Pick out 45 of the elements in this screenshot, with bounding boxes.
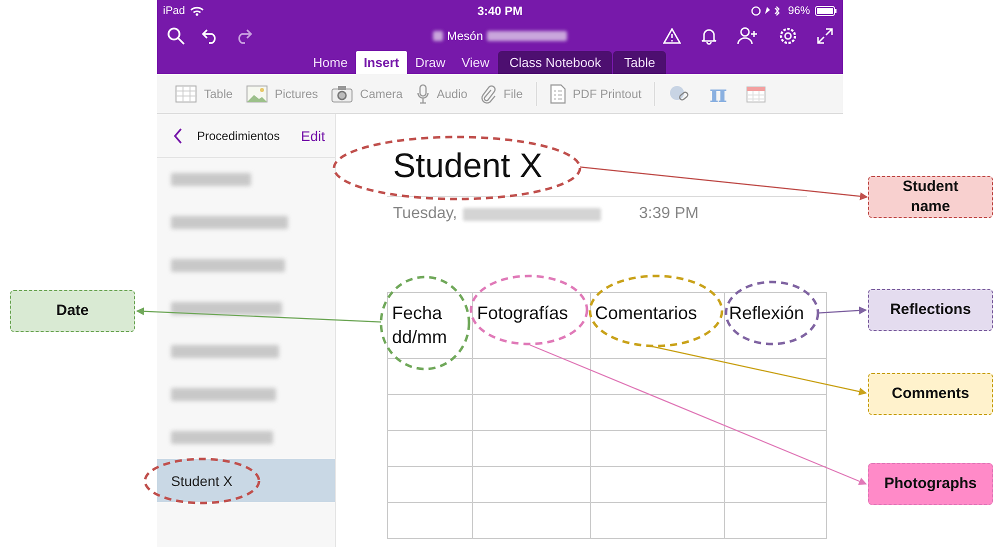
callout-label: Photographs: [868, 463, 993, 505]
microphone-icon: [416, 84, 430, 104]
blurred-text: [432, 31, 443, 41]
callout-label: Comments: [868, 373, 993, 415]
edit-button[interactable]: Edit: [300, 128, 325, 144]
paperclip-icon: [480, 84, 496, 104]
wifi-icon: [190, 6, 204, 16]
ribbon-tab[interactable]: Draw: [407, 51, 454, 74]
bell-icon[interactable]: [701, 27, 717, 45]
expand-icon[interactable]: [817, 28, 833, 44]
page-title: Student X: [393, 146, 542, 186]
device-name: iPad: [163, 5, 186, 17]
callout-label: Reflections: [868, 289, 993, 331]
ribbon-tab[interactable]: Table: [613, 51, 666, 74]
ribbon-tab[interactable]: View: [453, 51, 498, 74]
clock-time: 3:40 PM: [477, 4, 523, 18]
search-icon[interactable]: [167, 27, 185, 45]
ribbon-tab[interactable]: Insert: [356, 51, 408, 74]
battery-percent: 96%: [788, 5, 810, 17]
callout-label: Student name: [868, 176, 993, 218]
callout-label: Date: [10, 290, 135, 332]
calendar-icon[interactable]: [746, 84, 766, 102]
link-icon[interactable]: [668, 84, 690, 104]
page-time: 3:39 PM: [639, 205, 699, 223]
settings-icon[interactable]: [779, 27, 797, 45]
table-header-cell: Fotografías: [472, 292, 590, 358]
notebook-name: Mesón: [446, 29, 484, 43]
table-header-cell: Comentarios: [590, 292, 724, 358]
leader-line: [818, 306, 867, 314]
blurred-page-title[interactable]: [171, 302, 282, 315]
section-title: Procedimientos: [197, 128, 281, 142]
table-icon: [175, 84, 197, 102]
ribbon-tab[interactable]: Class Notebook: [498, 51, 612, 74]
camera-icon: [331, 84, 354, 102]
ribbon-tab[interactable]: Home: [305, 51, 356, 74]
warning-icon[interactable]: [663, 28, 681, 44]
picture-icon: [246, 84, 268, 102]
back-icon[interactable]: [173, 128, 183, 144]
table-header-cell: Fecha dd/mm: [388, 292, 472, 358]
table-header-cell: Reflexión: [724, 292, 826, 358]
document-icon: [550, 84, 566, 104]
page-list-item[interactable]: Student X: [171, 472, 232, 488]
battery-icon: [814, 6, 837, 16]
add-person-icon[interactable]: [737, 27, 759, 45]
page-date: Tuesday,: [393, 205, 458, 223]
